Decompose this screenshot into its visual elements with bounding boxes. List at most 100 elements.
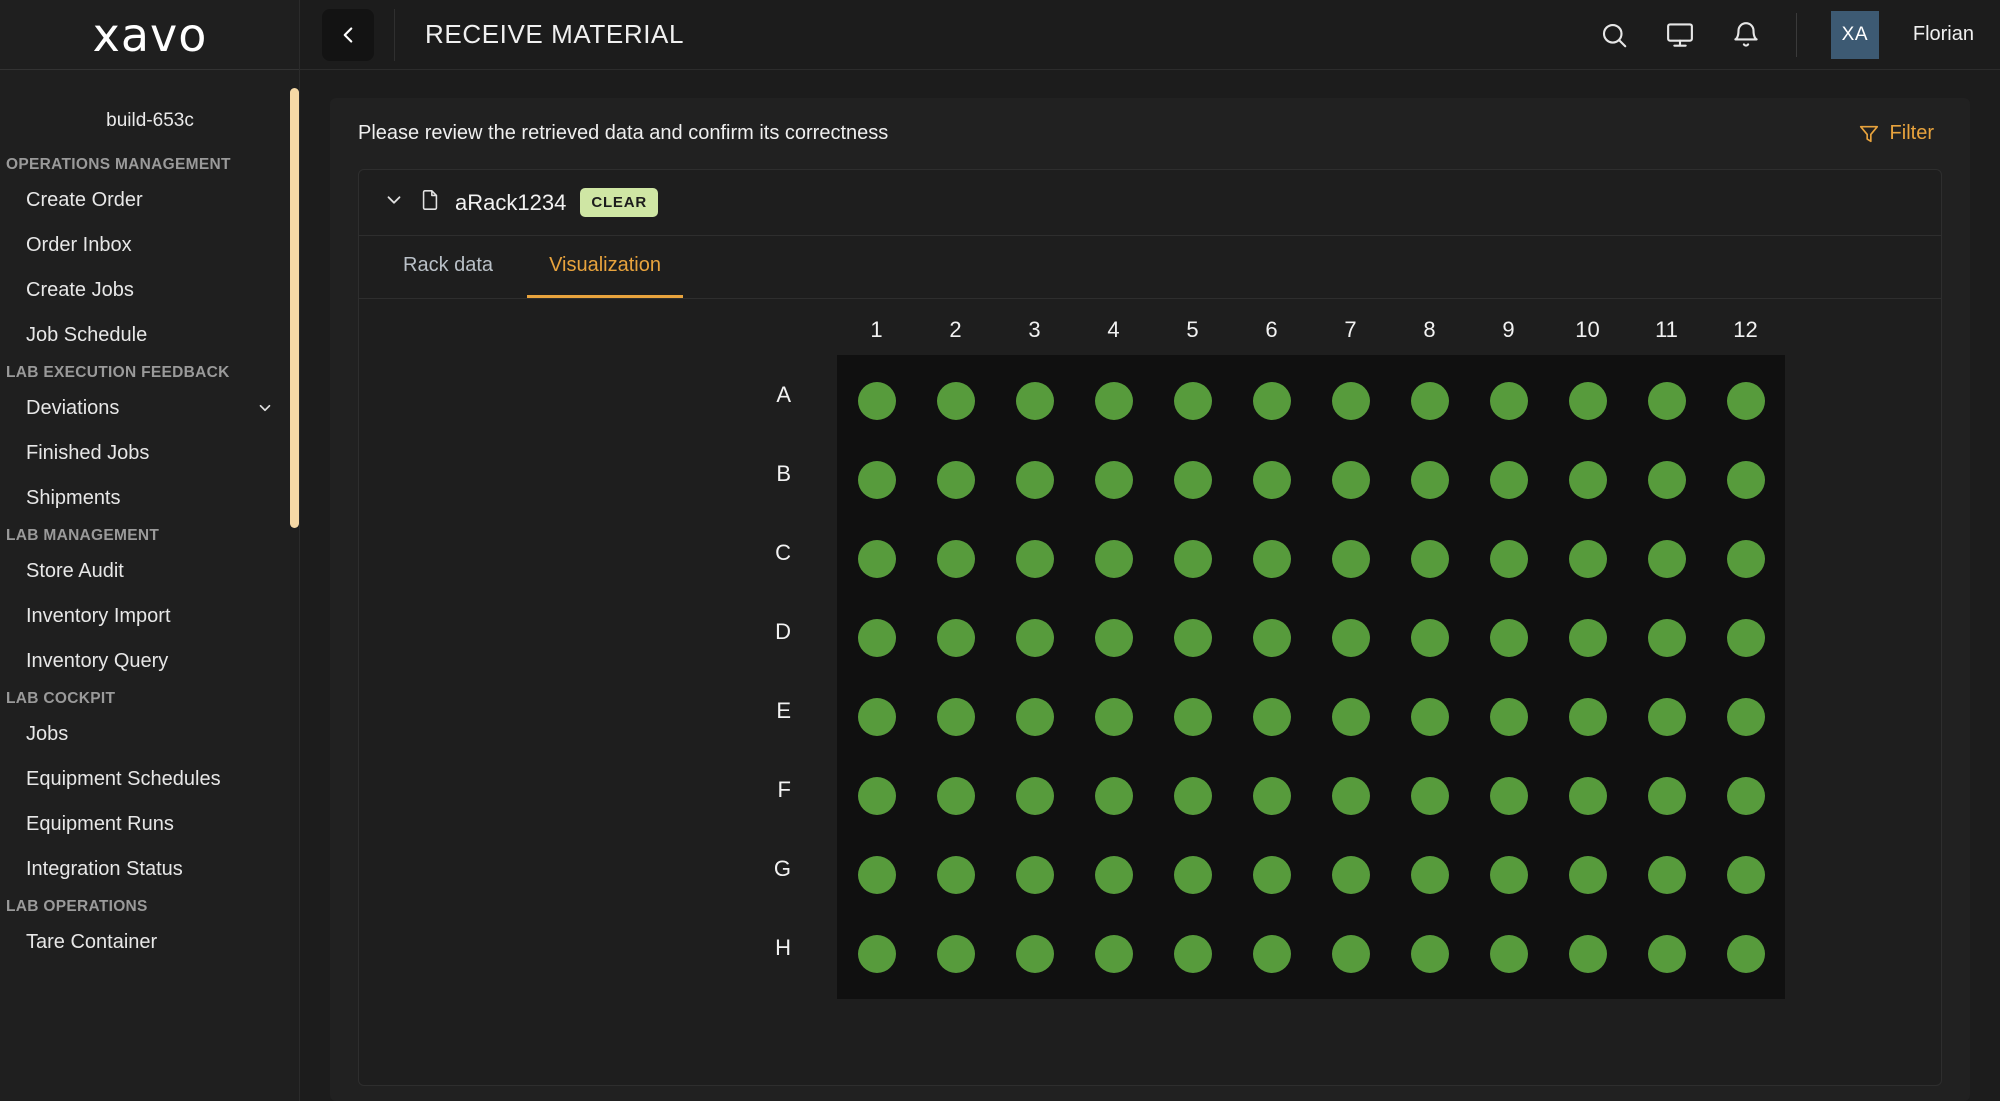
chevron-down-icon[interactable] <box>256 399 274 419</box>
well-E6[interactable] <box>1232 677 1311 756</box>
well-A5[interactable] <box>1153 361 1232 440</box>
search-button[interactable] <box>1598 19 1630 51</box>
well-D7[interactable] <box>1311 598 1390 677</box>
well-D8[interactable] <box>1390 598 1469 677</box>
collapse-toggle[interactable] <box>383 189 405 216</box>
well-B7[interactable] <box>1311 440 1390 519</box>
well-H3[interactable] <box>995 914 1074 993</box>
sidebar-item-tare-container[interactable]: Tare Container <box>0 920 300 965</box>
well-A7[interactable] <box>1311 361 1390 440</box>
well-E12[interactable] <box>1706 677 1785 756</box>
sidebar-item-shipments[interactable]: Shipments <box>0 476 300 521</box>
well-G3[interactable] <box>995 835 1074 914</box>
well-H7[interactable] <box>1311 914 1390 993</box>
well-H10[interactable] <box>1548 914 1627 993</box>
sidebar-scrollbar[interactable] <box>290 88 299 528</box>
well-H1[interactable] <box>837 914 916 993</box>
well-C12[interactable] <box>1706 519 1785 598</box>
well-E2[interactable] <box>916 677 995 756</box>
well-D11[interactable] <box>1627 598 1706 677</box>
well-D6[interactable] <box>1232 598 1311 677</box>
well-D3[interactable] <box>995 598 1074 677</box>
monitor-button[interactable] <box>1664 19 1696 51</box>
well-E4[interactable] <box>1074 677 1153 756</box>
well-B12[interactable] <box>1706 440 1785 519</box>
well-F2[interactable] <box>916 756 995 835</box>
well-H9[interactable] <box>1469 914 1548 993</box>
well-B6[interactable] <box>1232 440 1311 519</box>
well-C6[interactable] <box>1232 519 1311 598</box>
well-A6[interactable] <box>1232 361 1311 440</box>
user-name[interactable]: Florian <box>1913 23 1974 46</box>
well-G11[interactable] <box>1627 835 1706 914</box>
well-F11[interactable] <box>1627 756 1706 835</box>
well-E9[interactable] <box>1469 677 1548 756</box>
well-D12[interactable] <box>1706 598 1785 677</box>
well-A4[interactable] <box>1074 361 1153 440</box>
well-D9[interactable] <box>1469 598 1548 677</box>
well-E7[interactable] <box>1311 677 1390 756</box>
well-F3[interactable] <box>995 756 1074 835</box>
well-C10[interactable] <box>1548 519 1627 598</box>
well-B1[interactable] <box>837 440 916 519</box>
sidebar-item-job-schedule[interactable]: Job Schedule <box>0 313 300 358</box>
well-G10[interactable] <box>1548 835 1627 914</box>
tab-visualization[interactable]: Visualization <box>527 236 683 298</box>
well-G12[interactable] <box>1706 835 1785 914</box>
well-B2[interactable] <box>916 440 995 519</box>
sidebar-item-order-inbox[interactable]: Order Inbox <box>0 223 300 268</box>
well-C11[interactable] <box>1627 519 1706 598</box>
sidebar-item-jobs[interactable]: Jobs <box>0 712 300 757</box>
well-E10[interactable] <box>1548 677 1627 756</box>
well-B11[interactable] <box>1627 440 1706 519</box>
well-G9[interactable] <box>1469 835 1548 914</box>
well-D1[interactable] <box>837 598 916 677</box>
well-B4[interactable] <box>1074 440 1153 519</box>
well-B10[interactable] <box>1548 440 1627 519</box>
well-B3[interactable] <box>995 440 1074 519</box>
sidebar-item-create-order[interactable]: Create Order <box>0 178 300 223</box>
brand-logo[interactable]: xavo <box>0 0 300 70</box>
well-E8[interactable] <box>1390 677 1469 756</box>
well-E5[interactable] <box>1153 677 1232 756</box>
well-H2[interactable] <box>916 914 995 993</box>
well-D5[interactable] <box>1153 598 1232 677</box>
well-G5[interactable] <box>1153 835 1232 914</box>
avatar[interactable]: XA <box>1830 10 1879 59</box>
well-A1[interactable] <box>837 361 916 440</box>
well-H8[interactable] <box>1390 914 1469 993</box>
well-B5[interactable] <box>1153 440 1232 519</box>
well-G6[interactable] <box>1232 835 1311 914</box>
well-C5[interactable] <box>1153 519 1232 598</box>
well-F8[interactable] <box>1390 756 1469 835</box>
well-C7[interactable] <box>1311 519 1390 598</box>
well-G2[interactable] <box>916 835 995 914</box>
well-G1[interactable] <box>837 835 916 914</box>
well-G4[interactable] <box>1074 835 1153 914</box>
well-H6[interactable] <box>1232 914 1311 993</box>
sidebar-item-equipment-runs[interactable]: Equipment Runs <box>0 802 300 847</box>
filter-button[interactable]: Filter <box>1858 122 1942 145</box>
well-C4[interactable] <box>1074 519 1153 598</box>
well-H12[interactable] <box>1706 914 1785 993</box>
well-F10[interactable] <box>1548 756 1627 835</box>
well-F9[interactable] <box>1469 756 1548 835</box>
well-D4[interactable] <box>1074 598 1153 677</box>
well-E1[interactable] <box>837 677 916 756</box>
sidebar-item-create-jobs[interactable]: Create Jobs <box>0 268 300 313</box>
well-C9[interactable] <box>1469 519 1548 598</box>
well-E3[interactable] <box>995 677 1074 756</box>
well-E11[interactable] <box>1627 677 1706 756</box>
sidebar-item-deviations[interactable]: Deviations <box>0 386 300 431</box>
well-G8[interactable] <box>1390 835 1469 914</box>
well-F12[interactable] <box>1706 756 1785 835</box>
well-D10[interactable] <box>1548 598 1627 677</box>
well-F1[interactable] <box>837 756 916 835</box>
well-F5[interactable] <box>1153 756 1232 835</box>
sidebar-item-inventory-import[interactable]: Inventory Import <box>0 594 300 639</box>
sidebar-item-integration-status[interactable]: Integration Status <box>0 847 300 892</box>
well-C8[interactable] <box>1390 519 1469 598</box>
well-D2[interactable] <box>916 598 995 677</box>
well-B8[interactable] <box>1390 440 1469 519</box>
well-C1[interactable] <box>837 519 916 598</box>
